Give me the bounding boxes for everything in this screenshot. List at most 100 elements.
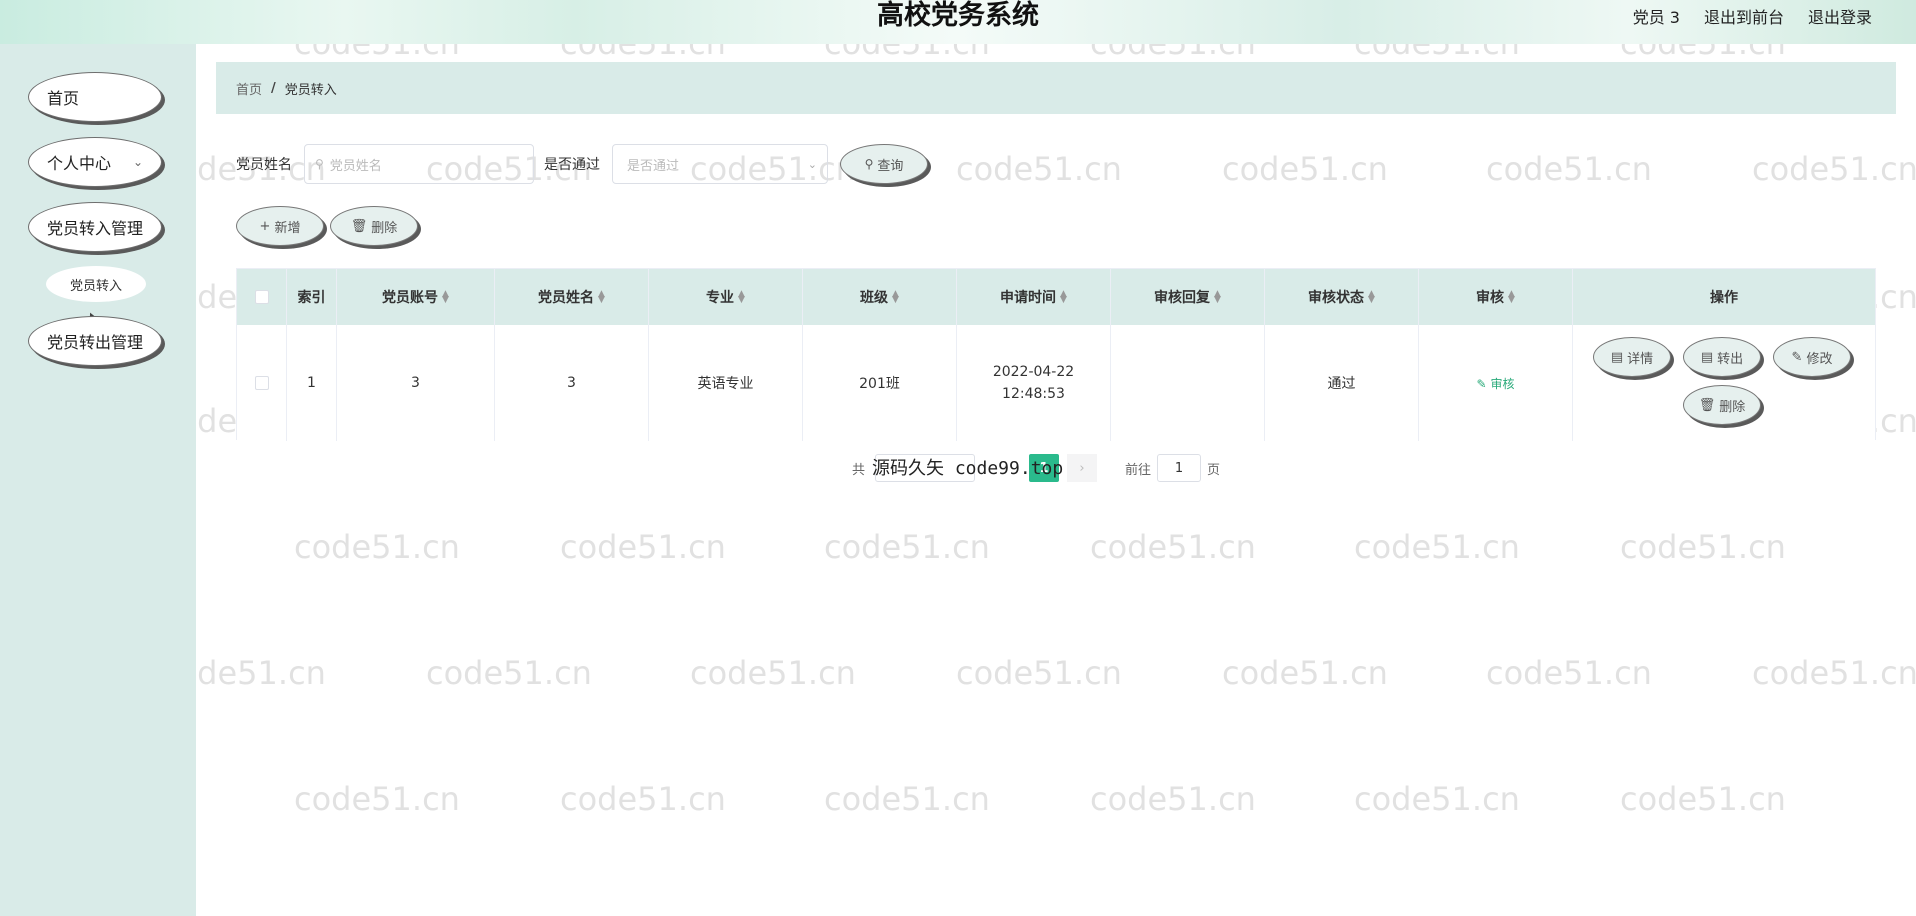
header-select-all[interactable] [237,269,287,325]
watermark: code51.cn [1090,528,1256,566]
watermark: code51.cn [294,780,460,818]
sort-icon[interactable]: ▲ ▼ [1060,290,1067,305]
sidebar-item-label: 首页 [47,89,80,108]
name-label: 党员姓名 [236,157,292,173]
row-select[interactable] [237,325,287,441]
column-status-label: 审核状态 [1308,290,1365,306]
column-class-label: 班级 [860,290,889,306]
add-button[interactable]: + 新增 [236,206,324,246]
sort-icon[interactable]: ▲ ▼ [442,290,449,305]
breadcrumb: 首页 / 党员转入 [216,62,1896,114]
next-page-button[interactable]: › [1067,454,1098,482]
pass-label: 是否通过 [544,157,600,173]
sort-icon[interactable]: ▲ ▼ [892,290,899,305]
sort-icon[interactable]: ▲ ▼ [1214,290,1221,305]
column-header[interactable]: 审核 ▲ ▼ [1419,269,1573,325]
user-name[interactable]: 党员 3 [1633,4,1680,28]
detail-button[interactable]: ▤ 详情 [1593,337,1671,377]
column-header[interactable]: 党员姓名 ▲ ▼ [495,269,649,325]
goto-page-input[interactable]: 1 [1157,454,1202,482]
row-delete-button[interactable]: 🗑 删除 [1683,385,1761,425]
sidebar: 首页 个人中心 ⌄ 党员转入管理 党员转入 党员转出管理 [0,44,196,916]
cell-apply-time: 2022-04-22 12:48:53 [957,325,1111,441]
app-title: 高校党务系统 [877,0,1039,31]
breadcrumb-separator: / [271,80,276,96]
delete-button-label: 删除 [371,220,398,236]
column-header[interactable]: 审核状态 ▲ ▼ [1265,269,1419,325]
edit-button[interactable]: ✎ 修改 [1773,337,1851,377]
trash-icon: 🗑 [1698,397,1716,413]
sort-icon[interactable]: ▲ ▼ [1508,290,1515,305]
column-review-label: 审核 [1476,290,1505,306]
review-link-label: 审核 [1490,376,1515,391]
watermark: code51.cn [426,654,592,692]
column-header[interactable]: 班级 ▲ ▼ [803,269,957,325]
sidebar-item-label: 个人中心 [47,154,112,173]
column-name-label: 党员姓名 [538,290,595,306]
pass-placeholder: 是否通过 [627,158,680,174]
table-row: 1 3 3 英语专业 201班 2022-04-22 12:48:53 通过 ✎… [237,325,1875,441]
column-header[interactable]: 审核回复 ▲ ▼ [1111,269,1265,325]
logout-link[interactable]: 退出登录 [1808,4,1872,28]
batch-delete-button[interactable]: 🗑 删除 [330,206,418,246]
back-to-front-link[interactable]: 退出到前台 [1704,4,1784,28]
query-button-label: 查询 [877,158,904,174]
sort-icon[interactable]: ▲ ▼ [1368,290,1375,305]
add-button-label: 新增 [274,220,301,236]
sidebar-item-personal-center[interactable]: 个人中心 ⌄ [28,137,162,187]
transfer-out-button[interactable]: ▤ 转出 [1683,337,1761,377]
column-header: 操作 [1573,269,1875,325]
column-header[interactable]: 专业 ▲ ▼ [649,269,803,325]
sidebar-item-transfer-out-management[interactable]: 党员转出管理 [28,316,162,366]
watermark: code51.cn [1354,528,1520,566]
cell-ops: ▤ 详情 ▤ 转出 ✎ 修改 🗑 删除 [1573,325,1875,441]
table-header: 索引 党员账号 ▲ ▼ 党员姓名 ▲ ▼ 专业 ▲ ▼ 班级 ▲ ▼ 申请时间 ▲ ▼ 审核回复 ▲ ▼… [237,269,1875,325]
cell-review: ✎ 审核 [1419,325,1573,441]
watermark: code51.cn [560,528,726,566]
cell-name: 3 [495,325,649,441]
column-reply-label: 审核回复 [1154,290,1211,306]
watermark: code51.cn [1486,654,1652,692]
sort-icon[interactable]: ▲ ▼ [598,290,605,305]
document-icon: ▤ [1610,349,1624,365]
sort-icon[interactable]: ▲ ▼ [738,290,745,305]
search-icon: ⚲ [864,157,874,171]
pass-select[interactable]: 是否通过 ⌄ [612,144,828,184]
edit-icon: ✎ [1791,349,1803,365]
checkbox[interactable] [254,290,269,304]
action-bar: + 新增 🗑 删除 [236,206,418,246]
breadcrumb-home[interactable]: 首页 [236,79,262,98]
chevron-down-icon: ⌄ [132,155,143,169]
column-header[interactable]: 申请时间 ▲ ▼ [957,269,1111,325]
transfer-out-button-label: 转出 [1717,351,1744,367]
name-search-input[interactable]: ⚲ 党员姓名 [304,144,534,184]
sidebar-item-label: 党员转出管理 [47,333,144,352]
watermark: code51.cn [824,780,990,818]
top-links: 党员 3 退出到前台 退出登录 [1633,4,1872,28]
sidebar-subitem-transfer-in[interactable]: 党员转入 [46,266,146,302]
column-index-label: 索引 [297,290,326,306]
review-link[interactable]: ✎ 审核 [1477,375,1515,392]
watermark: code51.cn [1222,654,1388,692]
breadcrumb-current: 党员转入 [284,82,337,98]
cell-index: 1 [287,325,337,441]
detail-button-label: 详情 [1627,351,1654,367]
row-delete-button-label: 删除 [1719,399,1746,415]
sidebar-item-transfer-in-management[interactable]: 党员转入管理 [28,202,162,252]
cell-major: 英语专业 [649,325,803,441]
data-table: 索引 党员账号 ▲ ▼ 党员姓名 ▲ ▼ 专业 ▲ ▼ 班级 ▲ ▼ 申请时间 ▲ ▼ 审核回复 ▲ ▼… [236,268,1876,441]
watermark: code51.cn [1090,780,1256,818]
column-apply-time-label: 申请时间 [1000,290,1057,306]
plus-icon: + [259,218,271,234]
sidebar-item-label: 党员转入 [69,278,122,294]
watermark: code51.cn [1354,780,1520,818]
sidebar-item-home[interactable]: 首页 [28,72,162,122]
trash-icon: 🗑 [350,218,368,234]
cell-class: 201班 [803,325,957,441]
column-header[interactable]: 党员账号 ▲ ▼ [337,269,495,325]
top-header: 高校党务系统 党员 3 退出到前台 退出登录 [0,0,1916,44]
cell-account: 3 [337,325,495,441]
watermark: code51.cn [1486,150,1652,188]
query-button[interactable]: ⚲ 查询 [840,144,928,184]
checkbox[interactable] [254,376,269,390]
